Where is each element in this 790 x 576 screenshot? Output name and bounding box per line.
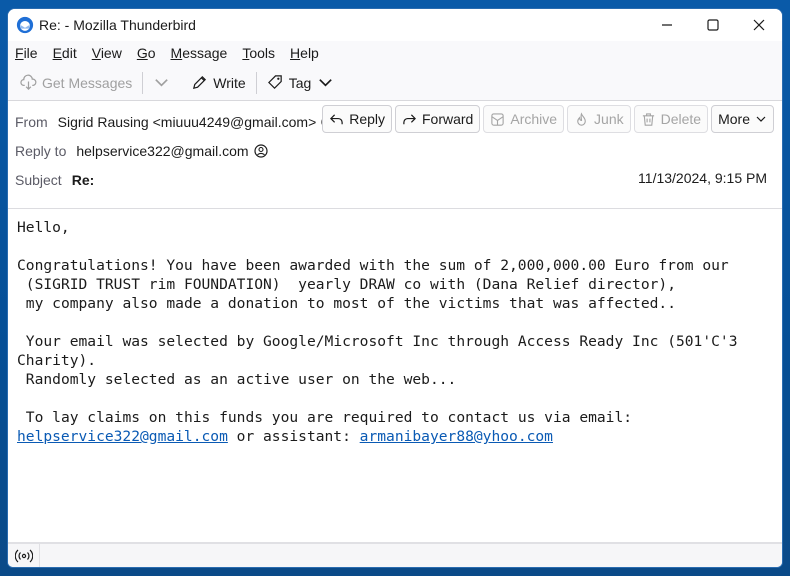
reply-button[interactable]: Reply [322,105,392,133]
from-value[interactable]: Sigrid Rausing <miuuu4249@gmail.com> [58,114,317,130]
menu-view[interactable]: View [92,45,122,61]
tag-label: Tag [288,74,312,91]
reply-to-value[interactable]: helpservice322@gmail.com [76,143,248,159]
toolbar-divider [255,71,257,94]
minimize-button[interactable] [644,9,690,41]
online-status-button[interactable] [8,544,40,567]
menu-tools[interactable]: Tools [242,45,275,61]
flame-icon [577,111,586,126]
main-toolbar: Get Messages Write Tag [8,65,782,101]
reply-icon [330,113,343,124]
minimize-icon [662,24,672,26]
title-bar: Re: - Mozilla Thunderbird [8,9,782,41]
archive-icon [491,112,505,126]
paragraph-2: Your email was selected by Google/Micros… [17,333,738,388]
menu-edit[interactable]: Edit [53,45,77,61]
menu-bar: File Edit View Go Message Tools Help [8,41,782,65]
write-button[interactable]: Write [187,74,249,91]
get-messages-label: Get Messages [42,74,133,91]
tag-icon [267,75,282,90]
menu-message[interactable]: Message [171,45,228,61]
message-body: Hello, Congratulations! You have been aw… [8,209,782,539]
archive-button[interactable]: Archive [483,105,565,133]
message-date: 11/13/2024, 9:15 PM [638,170,767,186]
maximize-button[interactable] [690,9,736,41]
paragraph-3: To lay claims on this funds you are requ… [17,409,633,426]
reply-to-label: Reply to [15,142,67,159]
trash-icon [642,112,654,126]
tag-button[interactable]: Tag [263,74,339,91]
get-messages-button[interactable]: Get Messages [16,74,136,91]
message-actions: Reply Forward Archive Junk Delete More [319,105,774,133]
menu-help[interactable]: Help [290,45,319,61]
close-icon [753,19,765,31]
forward-icon [403,113,416,124]
subject-value: Re: [71,171,95,188]
status-bar [8,542,782,567]
menu-file[interactable]: File [15,45,38,61]
write-label: Write [213,74,246,91]
cloud-download-icon [20,74,37,90]
delete-button[interactable]: Delete [633,105,709,133]
link-connector: or assistant: [227,428,360,445]
thunderbird-logo-icon [16,16,34,34]
chevron-down-icon [155,79,169,87]
from-label: From [15,113,48,130]
contact-icon[interactable] [253,143,268,158]
broadcast-icon [14,549,33,562]
more-button[interactable]: More [711,105,774,133]
chevron-down-icon [319,79,333,87]
maximize-icon [707,19,719,31]
forward-button[interactable]: Forward [395,105,481,133]
paragraph-1: Congratulations! You have been awarded w… [17,257,729,312]
chevron-down-icon [756,116,766,122]
subject-label: Subject [15,171,62,188]
junk-button[interactable]: Junk [567,105,631,133]
close-button[interactable] [736,9,782,41]
toolbar-divider [142,71,144,94]
email-link-helpservice[interactable]: helpservice322@gmail.com [17,428,228,445]
greeting: Hello, [17,219,70,236]
window-title: Re: - Mozilla Thunderbird [39,17,196,33]
message-header: From Sigrid Rausing <miuuu4249@gmail.com… [8,101,782,209]
pencil-icon [193,75,207,90]
get-messages-dropdown[interactable] [149,74,179,91]
thunderbird-window: Re: - Mozilla Thunderbird File Edit View… [7,8,783,568]
reply-to-row: Reply to helpservice322@gmail.com [15,136,775,165]
email-link-assistant[interactable]: armanibayer88@yhoo.com [360,428,553,445]
menu-go[interactable]: Go [137,45,156,61]
